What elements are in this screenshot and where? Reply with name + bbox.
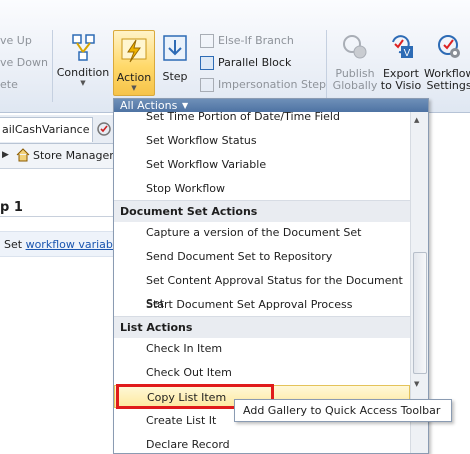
step-heading[interactable]: p 1 <box>0 200 23 215</box>
condition-icon <box>72 34 95 61</box>
scrollbar-thumb[interactable] <box>413 252 427 374</box>
section-document-set-actions: Document Set Actions <box>114 200 410 222</box>
publish-label-2: Globally <box>332 79 378 92</box>
step-line: Set workflow variable <box>4 238 123 251</box>
gear-icon <box>438 35 460 58</box>
publish-icon <box>343 35 367 59</box>
section-list-actions: List Actions <box>114 316 410 338</box>
step-icon <box>163 35 187 61</box>
chevron-down-icon: ▼ <box>131 84 137 92</box>
home-icon <box>16 148 30 165</box>
delete-button[interactable]: ete <box>0 78 18 91</box>
workflow-settings-button[interactable]: Workflow Settings <box>424 32 470 94</box>
step-line-prefix: Set <box>4 238 23 251</box>
export-label-2: to Visio <box>380 79 422 92</box>
menu-item[interactable]: Check In Item <box>114 337 410 360</box>
lightning-icon <box>121 38 147 63</box>
publish-globally-button[interactable]: Publish Globally <box>332 32 378 94</box>
impersonation-step-icon <box>200 78 214 92</box>
condition-button[interactable]: Condition ▼ <box>56 30 110 94</box>
menu-item[interactable]: Capture a version of the Document Set <box>114 221 410 244</box>
svg-text:V: V <box>404 48 411 59</box>
menu-item[interactable]: Set Workflow Status <box>114 129 410 152</box>
add-gallery-to-quick-access-toolbar[interactable]: Add Gallery to Quick Access Toolbar <box>243 404 440 417</box>
tab-label: ailCashVariance <box>2 123 90 136</box>
step-label: Step <box>162 70 188 83</box>
breadcrumb-store-managers[interactable]: Store Managers <box>33 149 120 162</box>
scroll-up-icon[interactable]: ▲ <box>414 116 419 124</box>
move-up-button[interactable]: ve Up <box>0 34 32 47</box>
action-button[interactable]: Action ▼ <box>113 30 155 96</box>
condition-label: Condition <box>56 66 110 79</box>
visio-icon: V <box>392 35 413 59</box>
menu-item[interactable]: Send Document Set to Repository <box>114 245 410 268</box>
scroll-down-icon[interactable]: ▼ <box>414 380 419 388</box>
menu-item[interactable]: Check Out Item <box>114 361 410 384</box>
settings-label-2: Settings <box>426 79 470 92</box>
workflow-variable-link[interactable]: workflow variable <box>26 238 123 251</box>
tab-workflow[interactable]: ailCashVariance <box>0 117 93 142</box>
ribbon-separator <box>52 30 53 102</box>
chevron-down-icon: ▼ <box>80 79 86 87</box>
workflow-tab-icon[interactable] <box>96 121 112 137</box>
else-if-branch-label: Else-If Branch <box>218 34 294 47</box>
step-divider <box>0 216 116 217</box>
else-if-icon <box>200 34 214 48</box>
parallel-block-button[interactable]: Parallel Block <box>200 56 291 70</box>
impersonation-step-label: Impersonation Step <box>218 78 327 91</box>
else-if-branch-button[interactable]: Else-If Branch <box>200 34 294 48</box>
move-down-button[interactable]: ve Down <box>0 56 48 69</box>
menu-item[interactable]: Set Content Approval Status for the Docu… <box>114 269 410 310</box>
action-label: Action <box>116 71 152 84</box>
parallel-block-label: Parallel Block <box>218 56 292 69</box>
parallel-block-icon <box>200 56 214 70</box>
export-to-visio-button[interactable]: V Export to Visio <box>380 32 422 94</box>
add-to-quick-access-menu[interactable]: Add Gallery to Quick Access Toolbar <box>234 399 452 422</box>
menu-item[interactable]: Stop Workflow <box>114 177 410 200</box>
breadcrumb-arrow-icon: ▶ <box>2 150 9 160</box>
menu-item[interactable]: Start Document Set Approval Process <box>114 293 410 316</box>
menu-item[interactable]: Set Time Portion of Date/Time Field <box>114 105 410 128</box>
menu-item[interactable]: Set Workflow Variable <box>114 153 410 176</box>
ribbon-separator <box>326 30 327 102</box>
menu-item[interactable]: Declare Record <box>114 433 410 453</box>
step-button[interactable]: Step <box>157 32 193 92</box>
impersonation-step-button[interactable]: Impersonation Step <box>200 78 326 92</box>
